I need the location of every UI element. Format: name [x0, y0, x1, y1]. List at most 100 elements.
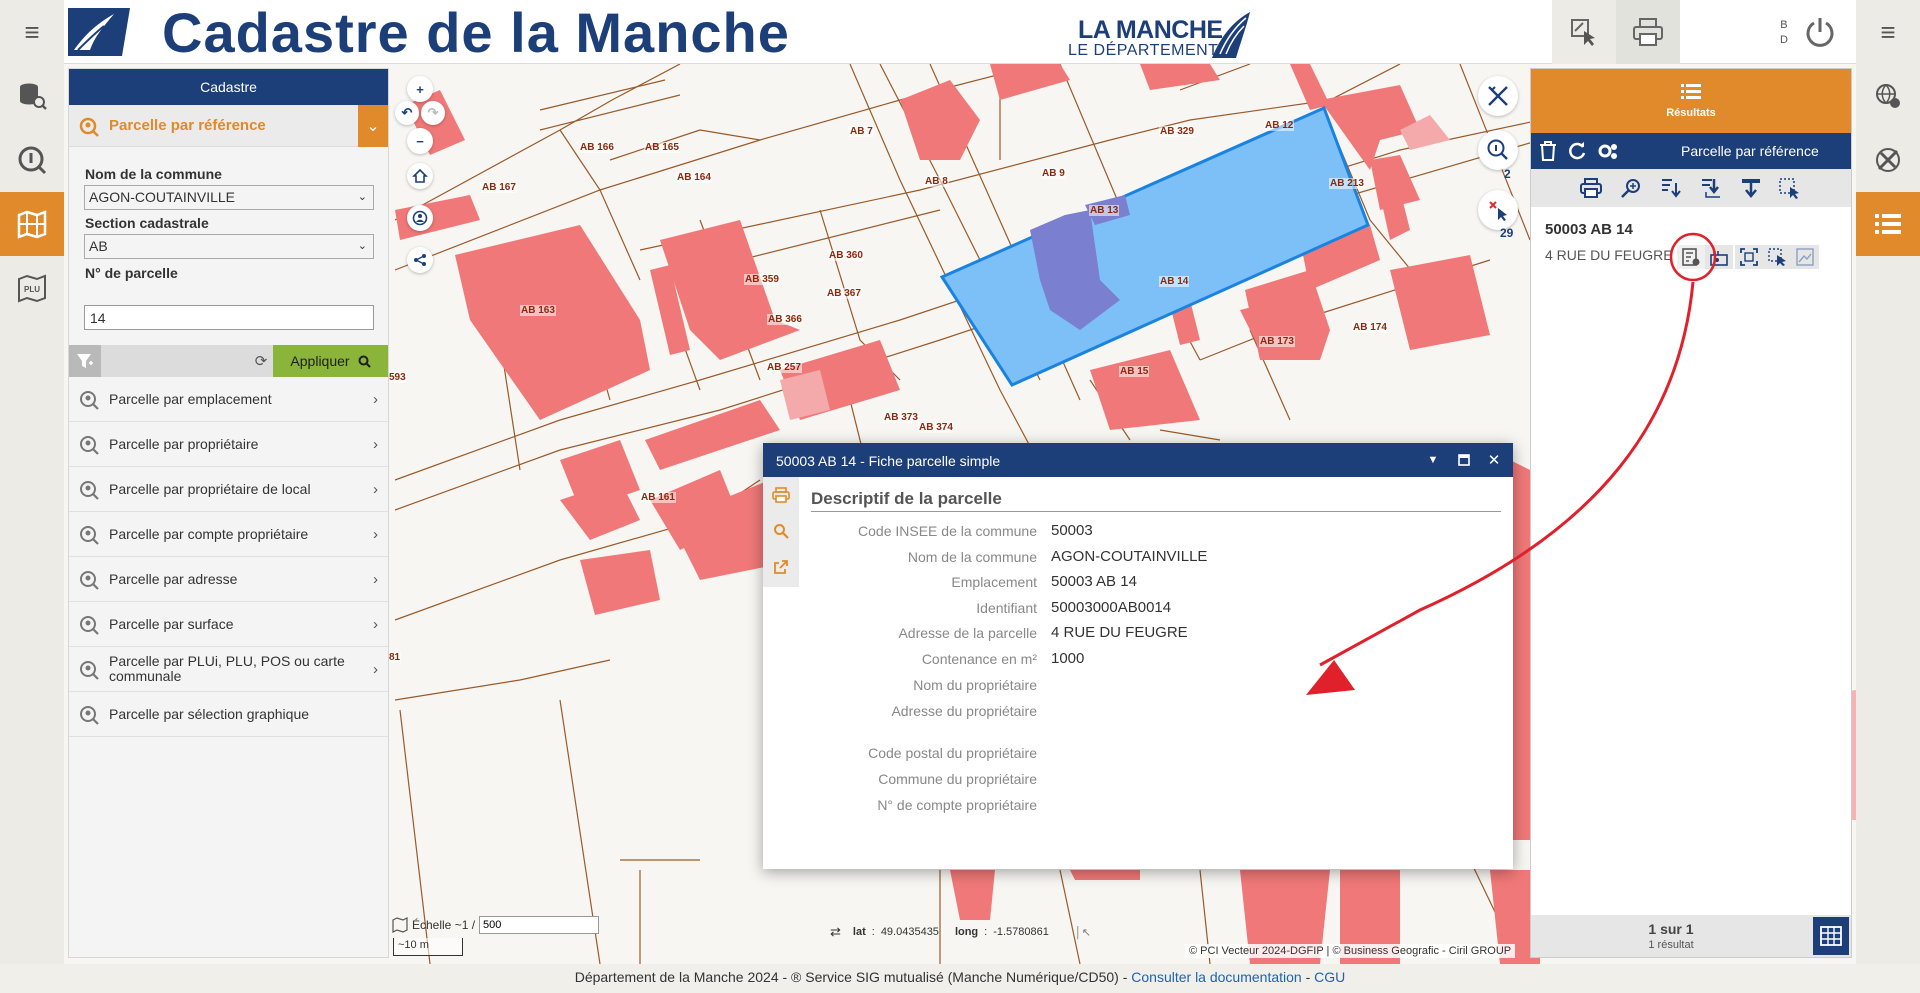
parcel-details-button[interactable]	[1705, 245, 1733, 269]
dialog-titlebar[interactable]: 50003 AB 14 - Fiche parcelle simple ▼ ✕	[763, 443, 1513, 477]
left-menu-button[interactable]: ≡	[0, 0, 64, 64]
information-button[interactable]	[0, 128, 64, 192]
parcel-label: 593	[388, 372, 407, 383]
result-parcel-id[interactable]: 50003 AB 14	[1545, 221, 1633, 238]
search-type-item[interactable]: Parcelle par emplacement ›	[69, 377, 388, 422]
cursor-pick-icon[interactable]: │↖	[1075, 926, 1091, 939]
attribution-link[interactable]: © Business Geografic - Ciril GROUP	[1332, 945, 1511, 957]
measure-tool-button[interactable]	[1478, 76, 1518, 116]
swap-arrows-icon[interactable]: ⇄	[830, 924, 841, 940]
search-type-item[interactable]: Parcelle par compte propriétaire ›	[69, 512, 388, 557]
data-layers-button[interactable]	[0, 64, 64, 128]
search-type-item[interactable]: Parcelle par surface ›	[69, 602, 388, 647]
cadastre-button[interactable]	[0, 192, 64, 256]
results-list-button[interactable]	[1856, 192, 1920, 256]
print-button[interactable]	[1616, 0, 1680, 64]
geolocate-button[interactable]	[407, 205, 433, 231]
select-on-map-button[interactable]	[1775, 174, 1803, 202]
scale-input[interactable]	[479, 916, 600, 934]
parcel-label: AB 213	[1329, 178, 1365, 189]
active-search-header[interactable]: Parcelle par référence ⌄	[69, 105, 388, 147]
info-search-icon	[18, 146, 47, 175]
home-icon	[412, 168, 428, 183]
redo-arrow-icon: ↷	[427, 105, 439, 120]
tools-button[interactable]	[1856, 128, 1920, 192]
web-services-button[interactable]	[1856, 64, 1920, 128]
list-icon	[1681, 84, 1701, 99]
zoom-out-button[interactable]: −	[407, 128, 433, 154]
print-sheet-button[interactable]	[767, 481, 795, 509]
search-pin-icon	[80, 706, 99, 725]
plu-button[interactable]: PLU	[0, 256, 64, 320]
results-settings-button[interactable]	[1597, 141, 1619, 161]
parcel-label: AB 167	[481, 182, 517, 193]
redo-extent-button[interactable]: ↷	[421, 101, 445, 125]
lat-value: 49.0435435	[880, 926, 939, 938]
search-type-item[interactable]: Parcelle par sélection graphique	[69, 692, 388, 737]
list-export-icon	[1662, 179, 1681, 198]
chevron-right-icon: ›	[373, 615, 378, 633]
section-label: Section cadastrale	[85, 215, 209, 231]
info-count-badge: 2	[1504, 167, 1511, 181]
search-type-item[interactable]: Parcelle par PLUi, PLU, POS ou carte com…	[69, 647, 388, 692]
clear-results-button[interactable]	[1539, 141, 1557, 161]
info-query-button[interactable]	[1478, 130, 1518, 170]
minimize-button[interactable]: ▼	[1422, 449, 1444, 471]
right-menu-button[interactable]: ≡	[1856, 0, 1920, 64]
info-magnifier-icon	[1487, 139, 1508, 160]
documentation-link[interactable]: Consulter la documentation	[1131, 969, 1301, 985]
zoom-parcel-button[interactable]	[767, 517, 795, 545]
zoom-to-results-button[interactable]	[1617, 174, 1645, 202]
table-view-button[interactable]	[1813, 917, 1849, 955]
open-external-button[interactable]	[767, 553, 795, 581]
cgu-link[interactable]: CGU	[1314, 969, 1345, 985]
export-parcel-button[interactable]	[1791, 245, 1819, 269]
apply-button[interactable]: Appliquer	[273, 345, 388, 377]
parcel-label: AB 174	[1352, 322, 1388, 333]
parcel-label: AB 14	[1159, 276, 1190, 287]
section-heading: Descriptif de la parcelle	[811, 489, 1501, 512]
search-pin-icon	[80, 391, 99, 410]
search-actions: ⟳ Appliquer	[69, 345, 388, 377]
parcel-label: 81	[388, 652, 402, 663]
search-type-item[interactable]: Parcelle par propriétaire de local ›	[69, 467, 388, 512]
select-features-button[interactable]	[1478, 190, 1518, 230]
print-results-button[interactable]	[1577, 174, 1605, 202]
parcel-label: AB 373	[883, 412, 919, 423]
parcel-label: AB 166	[579, 142, 615, 153]
parcel-sheet-button[interactable]	[1677, 245, 1705, 269]
search-type-item[interactable]: Parcelle par adresse ›	[69, 557, 388, 602]
share-button[interactable]	[407, 247, 433, 273]
locate-parcel-button[interactable]	[1763, 245, 1791, 269]
logout-button[interactable]	[1800, 12, 1840, 52]
zoom-in-button[interactable]: +	[407, 76, 433, 102]
filter-button[interactable]	[69, 345, 101, 377]
graphic-select-tool-button[interactable]	[1552, 0, 1616, 64]
search-pin-icon	[80, 661, 99, 680]
search-icon	[774, 524, 789, 539]
colon: :	[871, 926, 875, 938]
undo-extent-button[interactable]: ↶	[395, 101, 419, 125]
parcel-label: AB 366	[767, 314, 803, 325]
select-cursor-icon	[1571, 19, 1595, 46]
refresh-results-button[interactable]	[1567, 141, 1587, 161]
home-extent-button[interactable]	[407, 163, 433, 189]
zoom-to-parcel-button[interactable]	[1735, 245, 1763, 269]
download-button[interactable]	[1737, 174, 1765, 202]
commune-label: Nom de la commune	[85, 166, 222, 182]
download-selection-button[interactable]	[1697, 174, 1725, 202]
commune-select[interactable]: AGON-COUTAINVILLE ⌄	[84, 185, 374, 210]
attribute-label: Nom du propriétaire	[913, 677, 1037, 693]
database-search-icon	[20, 83, 47, 110]
export-results-button[interactable]	[1657, 174, 1685, 202]
zoom-to-icon	[1621, 179, 1640, 198]
section-select[interactable]: AB ⌄	[84, 234, 374, 259]
parcel-number-input[interactable]	[84, 305, 374, 330]
parcel-label: AB 367	[826, 288, 862, 299]
maximize-button[interactable]	[1453, 449, 1475, 471]
close-button[interactable]: ✕	[1483, 449, 1505, 471]
parcel-label: AB 374	[918, 422, 954, 433]
parcel-label: AB 257	[766, 362, 802, 373]
collapse-chevron-icon[interactable]: ⌄	[358, 105, 388, 147]
search-type-item[interactable]: Parcelle par propriétaire ›	[69, 422, 388, 467]
